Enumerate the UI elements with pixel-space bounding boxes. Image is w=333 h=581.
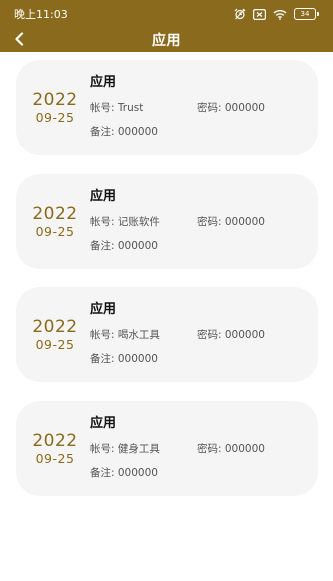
battery-level: 34 [294,8,316,20]
record-note: 备注: 000000 [90,240,158,252]
status-bar: 晚上11:03 34 [0,0,333,28]
sim-icon [253,8,266,20]
record-account: 帐号: 健身工具 [90,443,160,455]
record-account: 帐号: 记账软件 [90,216,160,228]
record-note: 备注: 000000 [90,353,158,365]
record-title: 应用 [90,416,117,431]
record-account: 帐号: 喝水工具 [90,329,160,341]
record-card[interactable]: 2022 09-25 应用 帐号: Trust 密码: 000000 备注: 0… [16,60,318,155]
record-year: 2022 [32,431,78,451]
record-date: 09-25 [35,337,75,352]
chevron-left-icon [14,31,24,50]
record-card[interactable]: 2022 09-25 应用 帐号: 记账软件 密码: 000000 备注: 00… [16,174,318,269]
record-password: 密码: 000000 [197,216,265,228]
back-button[interactable] [14,30,36,50]
record-title: 应用 [90,302,117,317]
record-date: 09-25 [35,110,75,125]
record-note: 备注: 000000 [90,467,158,479]
page-title: 应用 [152,33,181,49]
status-icons: 34 [234,8,319,20]
record-account: 帐号: Trust [90,102,144,114]
wifi-icon [273,9,287,20]
record-note: 备注: 000000 [90,126,158,138]
record-password: 密码: 000000 [197,329,265,341]
record-date: 09-25 [35,451,75,466]
status-time: 晚上11:03 [14,8,68,21]
alarm-icon [234,8,246,20]
record-title: 应用 [90,189,117,204]
record-year: 2022 [32,90,78,110]
record-password: 密码: 000000 [197,102,265,114]
record-card[interactable]: 2022 09-25 应用 帐号: 喝水工具 密码: 000000 备注: 00… [16,287,318,382]
app-bar: 应用 [0,28,333,52]
battery-icon: 34 [294,8,319,20]
record-date: 09-25 [35,224,75,239]
record-title: 应用 [90,75,117,90]
record-card[interactable]: 2022 09-25 应用 帐号: 健身工具 密码: 000000 备注: 00… [16,401,318,496]
record-year: 2022 [32,204,78,224]
record-password: 密码: 000000 [197,443,265,455]
record-year: 2022 [32,317,78,337]
